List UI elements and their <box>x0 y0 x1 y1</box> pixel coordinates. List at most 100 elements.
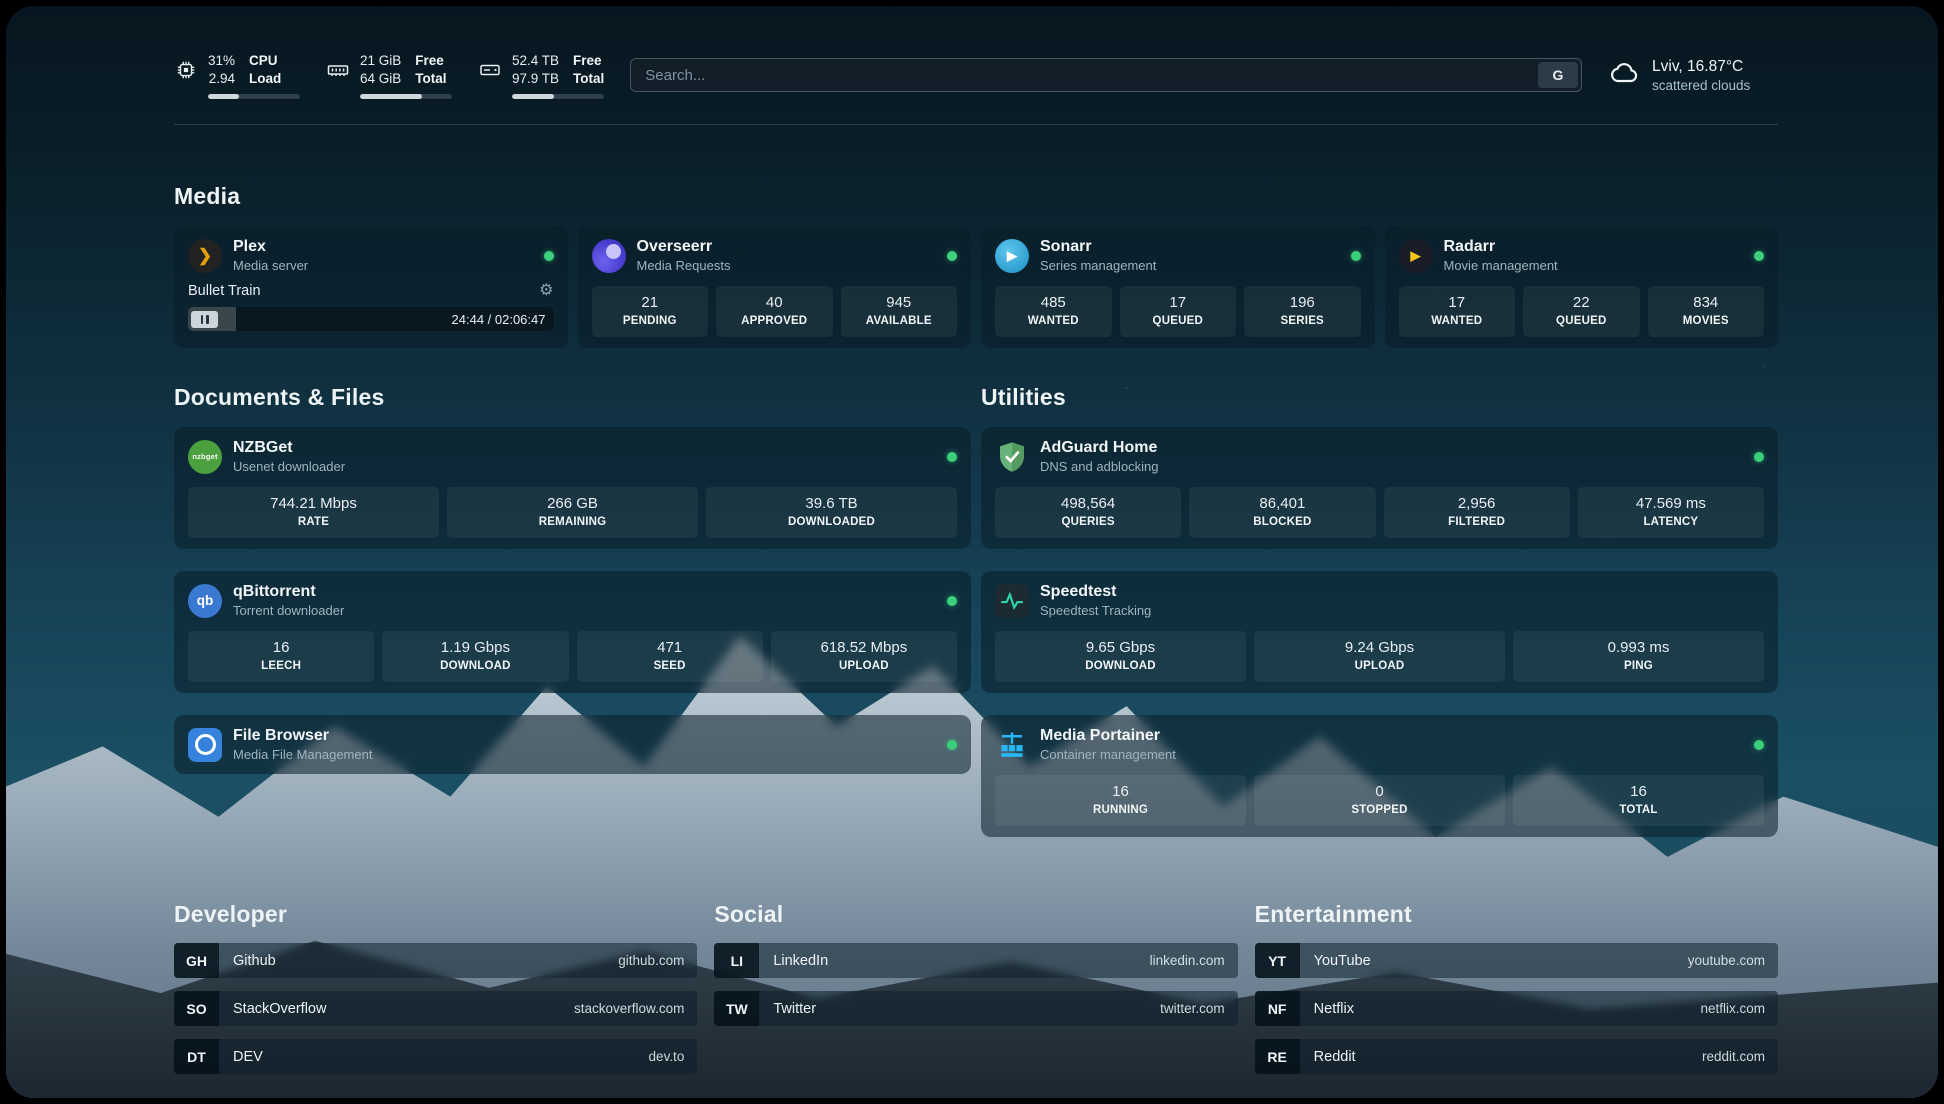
bookmark-name: Github <box>233 953 276 969</box>
stat-box: 9.65 Gbps DOWNLOAD <box>995 631 1246 682</box>
gear-icon[interactable]: ⚙ <box>539 283 553 299</box>
app-card-qbittorrent[interactable]: qb qBittorrent Torrent downloader 16 LEE… <box>174 571 971 693</box>
app-name: Plex <box>233 237 308 257</box>
stat-value: 21 <box>596 293 705 313</box>
stat-label: UPLOAD <box>1258 658 1501 674</box>
app-card-sonarr[interactable]: ▶ Sonarr Series management 485 WANTED 17… <box>981 226 1375 348</box>
section-title-social: Social <box>714 901 1237 928</box>
app-card-filebrowser[interactable]: File Browser Media File Management <box>174 715 971 774</box>
bookmarks-row: Developer GH Github github.com SO StackO… <box>174 901 1778 1087</box>
app-name: Overseerr <box>637 237 731 257</box>
stat-box: 17 QUEUED <box>1120 286 1237 337</box>
search-engine-button[interactable]: G <box>1538 62 1578 88</box>
app-name: NZBGet <box>233 438 345 458</box>
stat-box: 21 PENDING <box>592 286 709 337</box>
stat-label: DOWNLOAD <box>386 658 564 674</box>
stat-label: AVAILABLE <box>845 313 954 329</box>
memory-total-value: 64 GiB <box>360 70 401 88</box>
app-subtitle: Container management <box>1040 746 1176 763</box>
search-input[interactable] <box>630 58 1582 92</box>
pause-button[interactable] <box>191 311 218 328</box>
bookmark-youtube[interactable]: YT YouTube youtube.com <box>1255 943 1778 978</box>
stat-box: 945 AVAILABLE <box>841 286 958 337</box>
now-playing-title: Bullet Train <box>188 283 261 299</box>
stat-box: 16 RUNNING <box>995 775 1246 826</box>
bookmark-linkedin[interactable]: LI LinkedIn linkedin.com <box>714 943 1237 978</box>
weather-location-temp: Lviv, 16.87°C <box>1652 57 1750 77</box>
media-card-row: ❯ Plex Media server Bullet Train ⚙ 24:44… <box>174 226 1778 348</box>
app-name: AdGuard Home <box>1040 438 1159 458</box>
bookmark-github[interactable]: GH Github github.com <box>174 943 697 978</box>
stat-box: 498,564 QUERIES <box>995 487 1181 538</box>
bookmark-url: linkedin.com <box>1150 953 1225 968</box>
bookmark-name: Netflix <box>1314 1001 1354 1017</box>
bookmark-stackoverflow[interactable]: SO StackOverflow stackoverflow.com <box>174 991 697 1026</box>
dashboard-content: 31% 2.94 CPU Load <box>174 6 1778 1087</box>
bookmark-url: stackoverflow.com <box>574 1001 684 1016</box>
stat-box: 9.24 Gbps UPLOAD <box>1254 631 1505 682</box>
cpu-icon <box>174 58 198 82</box>
stat-value: 2,956 <box>1388 494 1566 514</box>
status-online-dot <box>947 251 957 261</box>
app-card-speedtest[interactable]: Speedtest Speedtest Tracking 9.65 Gbps D… <box>981 571 1778 693</box>
stat-box: 16 TOTAL <box>1513 775 1764 826</box>
stat-value: 0 <box>1258 782 1501 802</box>
filebrowser-icon <box>188 728 222 762</box>
bookmark-abbr: LI <box>714 943 759 978</box>
memory-widget: 21 GiB 64 GiB Free Total <box>326 52 452 99</box>
app-subtitle: Series management <box>1040 257 1156 274</box>
app-card-overseerr[interactable]: Overseerr Media Requests 21 PENDING 40 A… <box>578 226 972 348</box>
ram-icon <box>326 58 350 82</box>
stat-value: 9.65 Gbps <box>999 638 1242 658</box>
dashboard-screen: 31% 2.94 CPU Load <box>6 6 1938 1098</box>
stat-value: 40 <box>720 293 829 313</box>
social-column: Social LI LinkedIn linkedin.com TW Twitt… <box>714 901 1237 1087</box>
stat-box: 834 MOVIES <box>1648 286 1765 337</box>
stat-label: UPLOAD <box>775 658 953 674</box>
stat-value: 471 <box>581 638 759 658</box>
stat-label: STOPPED <box>1258 802 1501 818</box>
stat-value: 16 <box>192 638 370 658</box>
bookmark-url: reddit.com <box>1702 1049 1765 1064</box>
stat-label: QUEUED <box>1527 313 1636 329</box>
bookmark-netflix[interactable]: NF Netflix netflix.com <box>1255 991 1778 1026</box>
bookmark-reddit[interactable]: RE Reddit reddit.com <box>1255 1039 1778 1074</box>
bookmark-abbr: GH <box>174 943 219 978</box>
bookmark-url: dev.to <box>649 1049 685 1064</box>
bookmark-name: LinkedIn <box>773 953 828 969</box>
stat-label: LATENCY <box>1582 514 1760 530</box>
stat-value: 744.21 Mbps <box>192 494 435 514</box>
stat-value: 196 <box>1248 293 1357 313</box>
stat-label: WANTED <box>1403 313 1512 329</box>
section-title-utilities: Utilities <box>981 384 1778 411</box>
cpu-label: CPU <box>249 52 281 70</box>
disk-free-value: 52.4 TB <box>512 52 559 70</box>
app-card-plex[interactable]: ❯ Plex Media server Bullet Train ⚙ 24:44… <box>174 226 568 348</box>
app-name: Sonarr <box>1040 237 1156 257</box>
status-online-dot <box>1754 251 1764 261</box>
qbittorrent-icon: qb <box>188 584 222 618</box>
memory-free-label: Free <box>415 52 446 70</box>
app-card-portainer[interactable]: Media Portainer Container management 16 … <box>981 715 1778 837</box>
plex-player-bar[interactable]: 24:44 / 02:06:47 <box>188 307 554 331</box>
disk-total-label: Total <box>573 70 604 88</box>
stat-box: 17 WANTED <box>1399 286 1516 337</box>
bookmark-url: netflix.com <box>1700 1001 1765 1016</box>
bookmark-dev[interactable]: DT DEV dev.to <box>174 1039 697 1074</box>
status-online-dot <box>947 596 957 606</box>
bookmark-name: Twitter <box>773 1001 816 1017</box>
app-card-radarr[interactable]: ▶ Radarr Movie management 17 WANTED 22 Q… <box>1385 226 1779 348</box>
app-card-adguard[interactable]: AdGuard Home DNS and adblocking 498,564 … <box>981 427 1778 549</box>
bookmark-twitter[interactable]: TW Twitter twitter.com <box>714 991 1237 1026</box>
stat-label: FILTERED <box>1388 514 1566 530</box>
memory-total-label: Total <box>415 70 446 88</box>
stat-box: 266 GB REMAINING <box>447 487 698 538</box>
app-card-nzbget[interactable]: nzbget NZBGet Usenet downloader 744.21 M… <box>174 427 971 549</box>
disk-widget: 52.4 TB 97.9 TB Free Total <box>478 52 604 99</box>
bookmark-abbr: DT <box>174 1039 219 1074</box>
plex-icon: ❯ <box>188 239 222 273</box>
stat-box: 1.19 Gbps DOWNLOAD <box>382 631 568 682</box>
status-online-dot <box>1754 452 1764 462</box>
stat-value: 0.993 ms <box>1517 638 1760 658</box>
section-title-media: Media <box>174 183 1778 210</box>
